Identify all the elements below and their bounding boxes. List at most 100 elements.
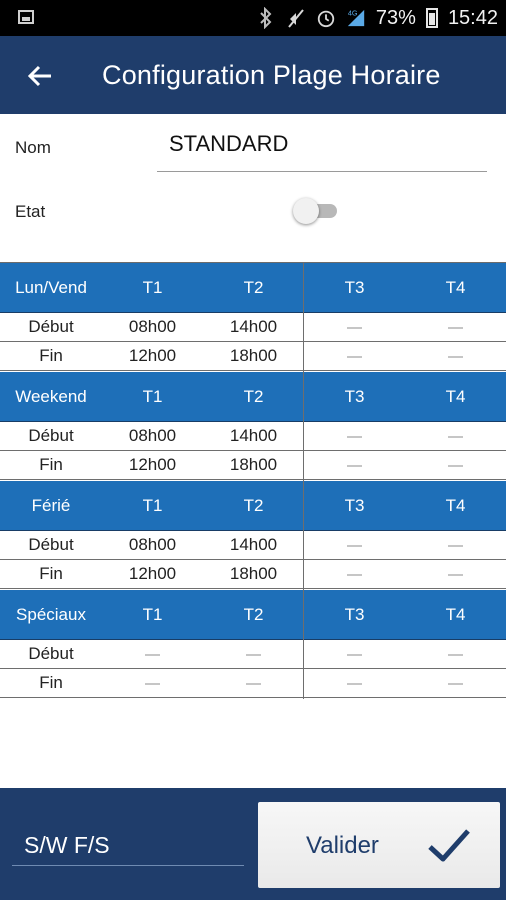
section-name: Spéciaux [16, 604, 86, 624]
time-cell[interactable]: — [405, 560, 506, 588]
time-cell[interactable]: — [203, 669, 304, 697]
alarm-icon [316, 7, 336, 29]
column-header: T2 [243, 277, 264, 297]
time-cell[interactable]: — [405, 342, 506, 370]
validate-button[interactable]: Valider [258, 802, 500, 888]
table-row: Début 08h00 14h00— — [0, 531, 506, 560]
table-row: Début — — — — [0, 640, 506, 669]
row-label: Fin [39, 346, 63, 365]
code-input[interactable]: S/W F/S [12, 830, 244, 866]
app-bar: Configuration Plage Horaire [0, 36, 506, 114]
status-bar: 4G 73% 15:42 [0, 0, 506, 36]
nom-label: Nom [15, 138, 51, 157]
time-cell[interactable]: — [304, 560, 405, 588]
time-cell[interactable]: — [203, 640, 304, 668]
time-cell[interactable]: 18h00 [203, 342, 304, 370]
section-header: Spéciaux T1 T2 T3 T4 [0, 590, 506, 640]
time-cell[interactable]: — [405, 669, 506, 697]
time-cell[interactable]: 18h00 [203, 451, 304, 479]
time-cell[interactable]: — [102, 640, 203, 668]
table-row: Début 08h00 14h00— — [0, 313, 506, 342]
column-divider [303, 372, 304, 481]
image-icon [18, 10, 34, 24]
section-name: Férié [31, 495, 71, 515]
row-label: Début [28, 535, 74, 554]
table-row: Fin — — — — [0, 669, 506, 698]
column-header: T3 [344, 277, 365, 297]
column-header: T2 [243, 386, 264, 406]
row-label: Début [28, 426, 74, 445]
time-cell[interactable]: — [405, 640, 506, 668]
svg-text:4G: 4G [348, 8, 358, 17]
signal-icon: 4G [346, 7, 366, 29]
row-label: Fin [39, 564, 63, 583]
time-cell[interactable]: — [304, 422, 405, 450]
bluetooth-icon [256, 7, 276, 29]
column-header: T3 [344, 495, 365, 515]
column-header: T4 [445, 495, 466, 515]
column-header: T4 [445, 604, 466, 624]
plage-form: Nom STANDARD Etat [0, 114, 506, 262]
column-header: T1 [142, 277, 163, 297]
time-cell[interactable]: 12h00 [102, 342, 203, 370]
row-label: Fin [39, 673, 63, 692]
column-header: T2 [243, 495, 264, 515]
time-cell[interactable]: — [304, 640, 405, 668]
time-cell[interactable]: — [102, 669, 203, 697]
time-cell[interactable]: 14h00 [203, 531, 304, 559]
table-row: Fin 12h00 18h00— — [0, 560, 506, 589]
etat-toggle[interactable] [293, 198, 339, 224]
etat-label: Etat [15, 202, 46, 221]
time-cell[interactable]: — [405, 422, 506, 450]
time-cell[interactable]: — [405, 313, 506, 341]
time-cell[interactable]: — [405, 451, 506, 479]
section-header: Férié T1 T2 T3 T4 [0, 481, 506, 531]
column-divider [303, 481, 304, 590]
section-header: Lun/Vend T1 T2 T3 T4 [0, 263, 506, 313]
battery-percent: 73% [375, 6, 416, 29]
schedule-table: Lun/Vend T1 T2 T3 T4 Début 08h00 14h00— — Fin 12h0… [0, 262, 506, 699]
check-icon [428, 829, 470, 862]
time-cell[interactable]: 08h00 [102, 531, 203, 559]
row-label: Fin [39, 455, 63, 474]
time-cell[interactable]: — [405, 531, 506, 559]
time-cell[interactable]: 18h00 [203, 560, 304, 588]
column-header: T3 [344, 386, 365, 406]
time-cell[interactable]: — [304, 669, 405, 697]
toggle-thumb [293, 198, 319, 224]
validate-label: Valider [306, 832, 379, 859]
section-name: Weekend [15, 386, 87, 406]
time-cell[interactable]: 12h00 [102, 560, 203, 588]
column-header: T4 [445, 386, 466, 406]
column-header: T2 [243, 604, 264, 624]
time-cell[interactable]: — [304, 313, 405, 341]
page-title: Configuration Plage Horaire [102, 60, 441, 90]
section-name: Lun/Vend [15, 277, 87, 297]
section-header: Weekend T1 T2 T3 T4 [0, 372, 506, 422]
time-cell[interactable]: 12h00 [102, 451, 203, 479]
time-cell[interactable]: 08h00 [102, 422, 203, 450]
column-header: T1 [142, 386, 163, 406]
column-header: T1 [142, 495, 163, 515]
table-row: Fin 12h00 18h00— — [0, 342, 506, 371]
column-header: T4 [445, 277, 466, 297]
column-header: T1 [142, 604, 163, 624]
time-cell[interactable]: 08h00 [102, 313, 203, 341]
mute-icon [286, 7, 306, 29]
nom-input[interactable]: STANDARD [157, 126, 487, 172]
status-icons: 4G 73% 15:42 [256, 4, 498, 32]
time-cell[interactable]: 14h00 [203, 422, 304, 450]
battery-icon [425, 8, 438, 28]
arrow-left-icon [27, 65, 51, 87]
table-row: Fin 12h00 18h00— — [0, 451, 506, 480]
time-cell[interactable]: — [304, 451, 405, 479]
column-divider [303, 590, 304, 699]
time-cell[interactable]: 14h00 [203, 313, 304, 341]
row-label: Début [28, 317, 74, 336]
time-cell[interactable]: — [304, 342, 405, 370]
row-label: Début [28, 644, 74, 663]
clock-time: 15:42 [447, 6, 498, 29]
time-cell[interactable]: — [304, 531, 405, 559]
column-header: T3 [344, 604, 365, 624]
back-button[interactable] [20, 56, 60, 96]
